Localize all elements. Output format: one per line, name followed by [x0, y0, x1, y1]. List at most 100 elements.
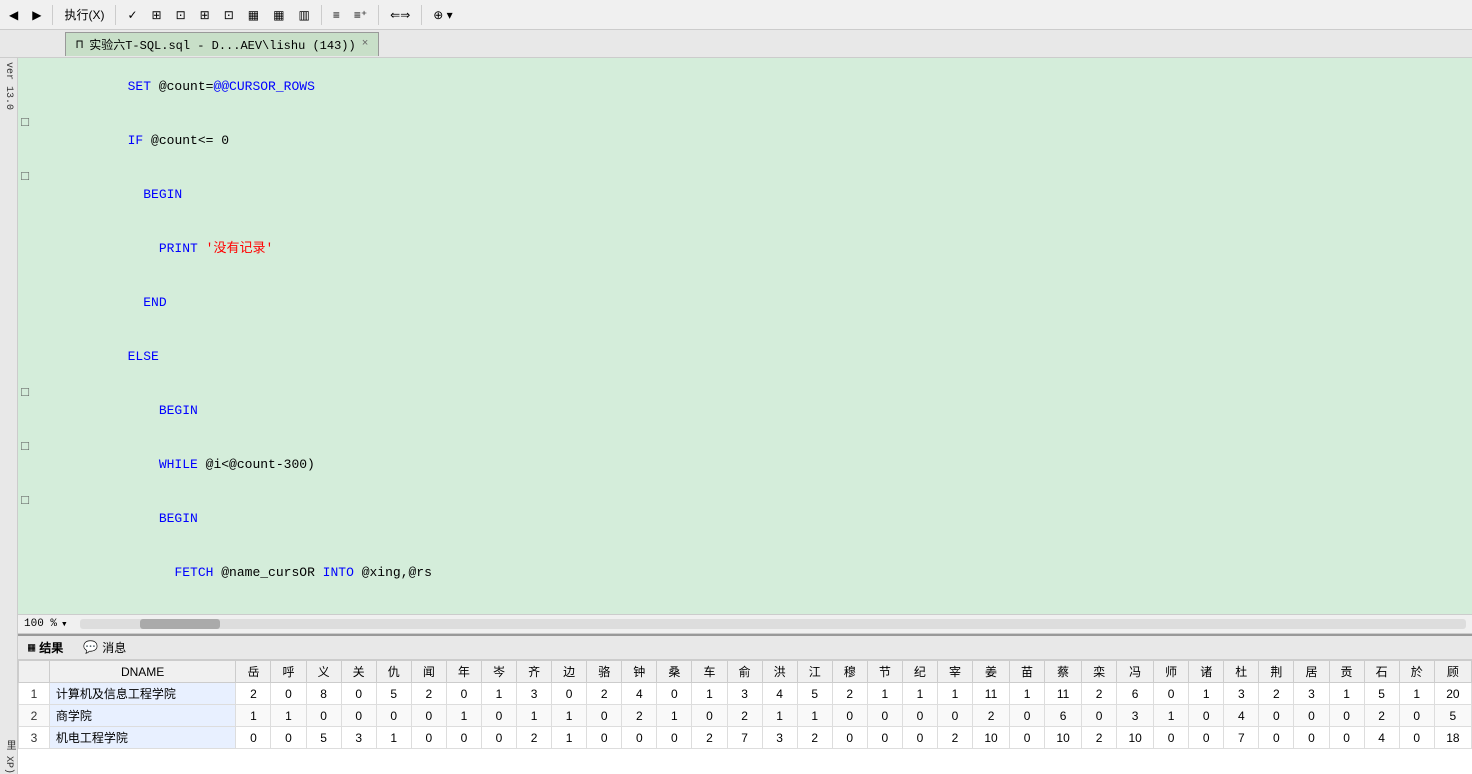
- line-content: PRINT '没有记录': [32, 222, 1472, 276]
- cell: 1: [937, 683, 972, 705]
- tab-close-btn[interactable]: ×: [362, 38, 369, 50]
- col-header-zhong: 钟: [622, 661, 657, 683]
- toolbar-grid3-btn[interactable]: ⊞: [195, 5, 215, 25]
- cell: 1: [1399, 683, 1434, 705]
- cell: 3: [1294, 683, 1329, 705]
- tab-bar: ⊓ 实验六T-SQL.sql - D...AEV\lishu (143)) ×: [0, 30, 1472, 58]
- cell: 18: [1434, 727, 1471, 749]
- toolbar-back-btn[interactable]: ◀: [4, 5, 23, 25]
- results-table-container[interactable]: DNAME 岳 呼 义 关 仇 闻 年 岑 齐 边 骆 钟: [18, 660, 1472, 774]
- fold-icon[interactable]: [18, 222, 32, 240]
- cell: 0: [902, 705, 937, 727]
- cell: 0: [376, 705, 411, 727]
- h-scrollbar[interactable]: [80, 619, 1466, 629]
- col-header-luo: 骆: [587, 661, 622, 683]
- toolbar-align2-btn[interactable]: ≡⁺: [349, 5, 372, 25]
- cell: 0: [1329, 705, 1364, 727]
- execute-btn[interactable]: 执行(X): [59, 3, 109, 26]
- code-line: --动态生成前 300 个姓氏 SQL 语句: [18, 600, 1472, 614]
- results-tab-results[interactable]: ▦ 结果: [22, 638, 69, 657]
- col-header-mu: 穆: [832, 661, 867, 683]
- cell: 11: [1045, 683, 1082, 705]
- cell: 4: [622, 683, 657, 705]
- toolbar-table-btn[interactable]: ▦: [243, 5, 264, 25]
- row-num-3: 3: [19, 727, 50, 749]
- fold-icon[interactable]: □: [18, 384, 32, 402]
- zoom-dropdown-btn[interactable]: ▾: [61, 617, 68, 631]
- fold-icon[interactable]: [18, 60, 32, 78]
- code-line: □ BEGIN: [18, 492, 1472, 546]
- code-line: □ WHILE @i<@count-300): [18, 438, 1472, 492]
- fold-icon[interactable]: [18, 330, 32, 348]
- toolbar-table2-btn[interactable]: ▦: [268, 5, 289, 25]
- cell: 0: [552, 683, 587, 705]
- cell: 0: [411, 727, 446, 749]
- toolbar-grid2-btn[interactable]: ⊡: [171, 5, 191, 25]
- cell: 1: [692, 683, 727, 705]
- col-header-gong: 贡: [1329, 661, 1364, 683]
- code-line: PRINT '没有记录': [18, 222, 1472, 276]
- fold-icon[interactable]: [18, 276, 32, 294]
- cell: 0: [937, 705, 972, 727]
- cell: 11: [973, 683, 1010, 705]
- cell: 0: [1259, 705, 1294, 727]
- cell: 2: [937, 727, 972, 749]
- fold-icon[interactable]: □: [18, 438, 32, 456]
- cell: 0: [1294, 727, 1329, 749]
- cell: 7: [727, 727, 762, 749]
- cell: 0: [1329, 727, 1364, 749]
- fold-icon[interactable]: [18, 600, 32, 614]
- cell: 0: [1189, 705, 1224, 727]
- sql-tab[interactable]: ⊓ 实验六T-SQL.sql - D...AEV\lishu (143)) ×: [65, 32, 379, 56]
- col-header-guan: 关: [341, 661, 376, 683]
- col-header-yu: 俞: [727, 661, 762, 683]
- col-header-dname: DNAME: [49, 661, 236, 683]
- results-tab-messages[interactable]: 💬 消息: [77, 638, 132, 657]
- cell: 0: [341, 683, 376, 705]
- col-header-che: 车: [692, 661, 727, 683]
- cell: 2: [973, 705, 1010, 727]
- zoom-controls[interactable]: 100 % ▾: [18, 617, 74, 631]
- cell: 0: [1399, 727, 1434, 749]
- cell: 0: [481, 705, 516, 727]
- toolbar-align-btn[interactable]: ≡: [328, 5, 345, 25]
- cell: 4: [1224, 705, 1259, 727]
- editor-area[interactable]: SET @count=@@CURSOR_ROWS □ IF @count<= 0…: [18, 58, 1472, 614]
- scroll-status-bar: 100 % ▾: [18, 614, 1472, 634]
- col-header-cai: 蔡: [1045, 661, 1082, 683]
- code-line: FETCH @name_cursOR INTO @xing,@rs: [18, 546, 1472, 600]
- cell: 0: [1189, 727, 1224, 749]
- cell: 0: [1399, 705, 1434, 727]
- cell: 0: [1259, 727, 1294, 749]
- cell: 2: [236, 683, 271, 705]
- toolbar-col-btn[interactable]: ▥: [293, 5, 314, 25]
- toolbar-sep-2: [115, 5, 116, 25]
- toolbar-arrow-btn[interactable]: ⇐⇒: [385, 5, 415, 25]
- code-line: END: [18, 276, 1472, 330]
- results-tabs: ▦ 结果 💬 消息: [18, 636, 1472, 660]
- cell: 2: [1082, 727, 1117, 749]
- col-header-hong: 洪: [762, 661, 797, 683]
- toolbar-grid1-btn[interactable]: ⊞: [147, 5, 167, 25]
- toolbar-forward-btn[interactable]: ▶: [27, 5, 46, 25]
- cell: 2: [411, 683, 446, 705]
- h-scrollbar-thumb[interactable]: [140, 619, 220, 629]
- fold-icon[interactable]: □: [18, 168, 32, 186]
- cell: 0: [306, 705, 341, 727]
- results-tab-icon: ▦: [28, 640, 35, 655]
- fold-icon[interactable]: □: [18, 492, 32, 510]
- zoom-label: 100 %: [24, 618, 57, 630]
- toolbar-sep-5: [421, 5, 422, 25]
- cell: 1: [552, 705, 587, 727]
- cell: 8: [306, 683, 341, 705]
- toolbar-grid4-btn[interactable]: ⊡: [219, 5, 239, 25]
- cell: 2: [1259, 683, 1294, 705]
- line-content: SET @count=@@CURSOR_ROWS: [32, 60, 1472, 114]
- cell: 1: [517, 705, 552, 727]
- toolbar-refresh-btn[interactable]: ⊕ ▾: [428, 5, 457, 25]
- cell: 0: [446, 727, 481, 749]
- fold-icon[interactable]: [18, 546, 32, 564]
- cell: 1: [446, 705, 481, 727]
- toolbar-check-btn[interactable]: ✓: [122, 5, 142, 25]
- fold-icon[interactable]: □: [18, 114, 32, 132]
